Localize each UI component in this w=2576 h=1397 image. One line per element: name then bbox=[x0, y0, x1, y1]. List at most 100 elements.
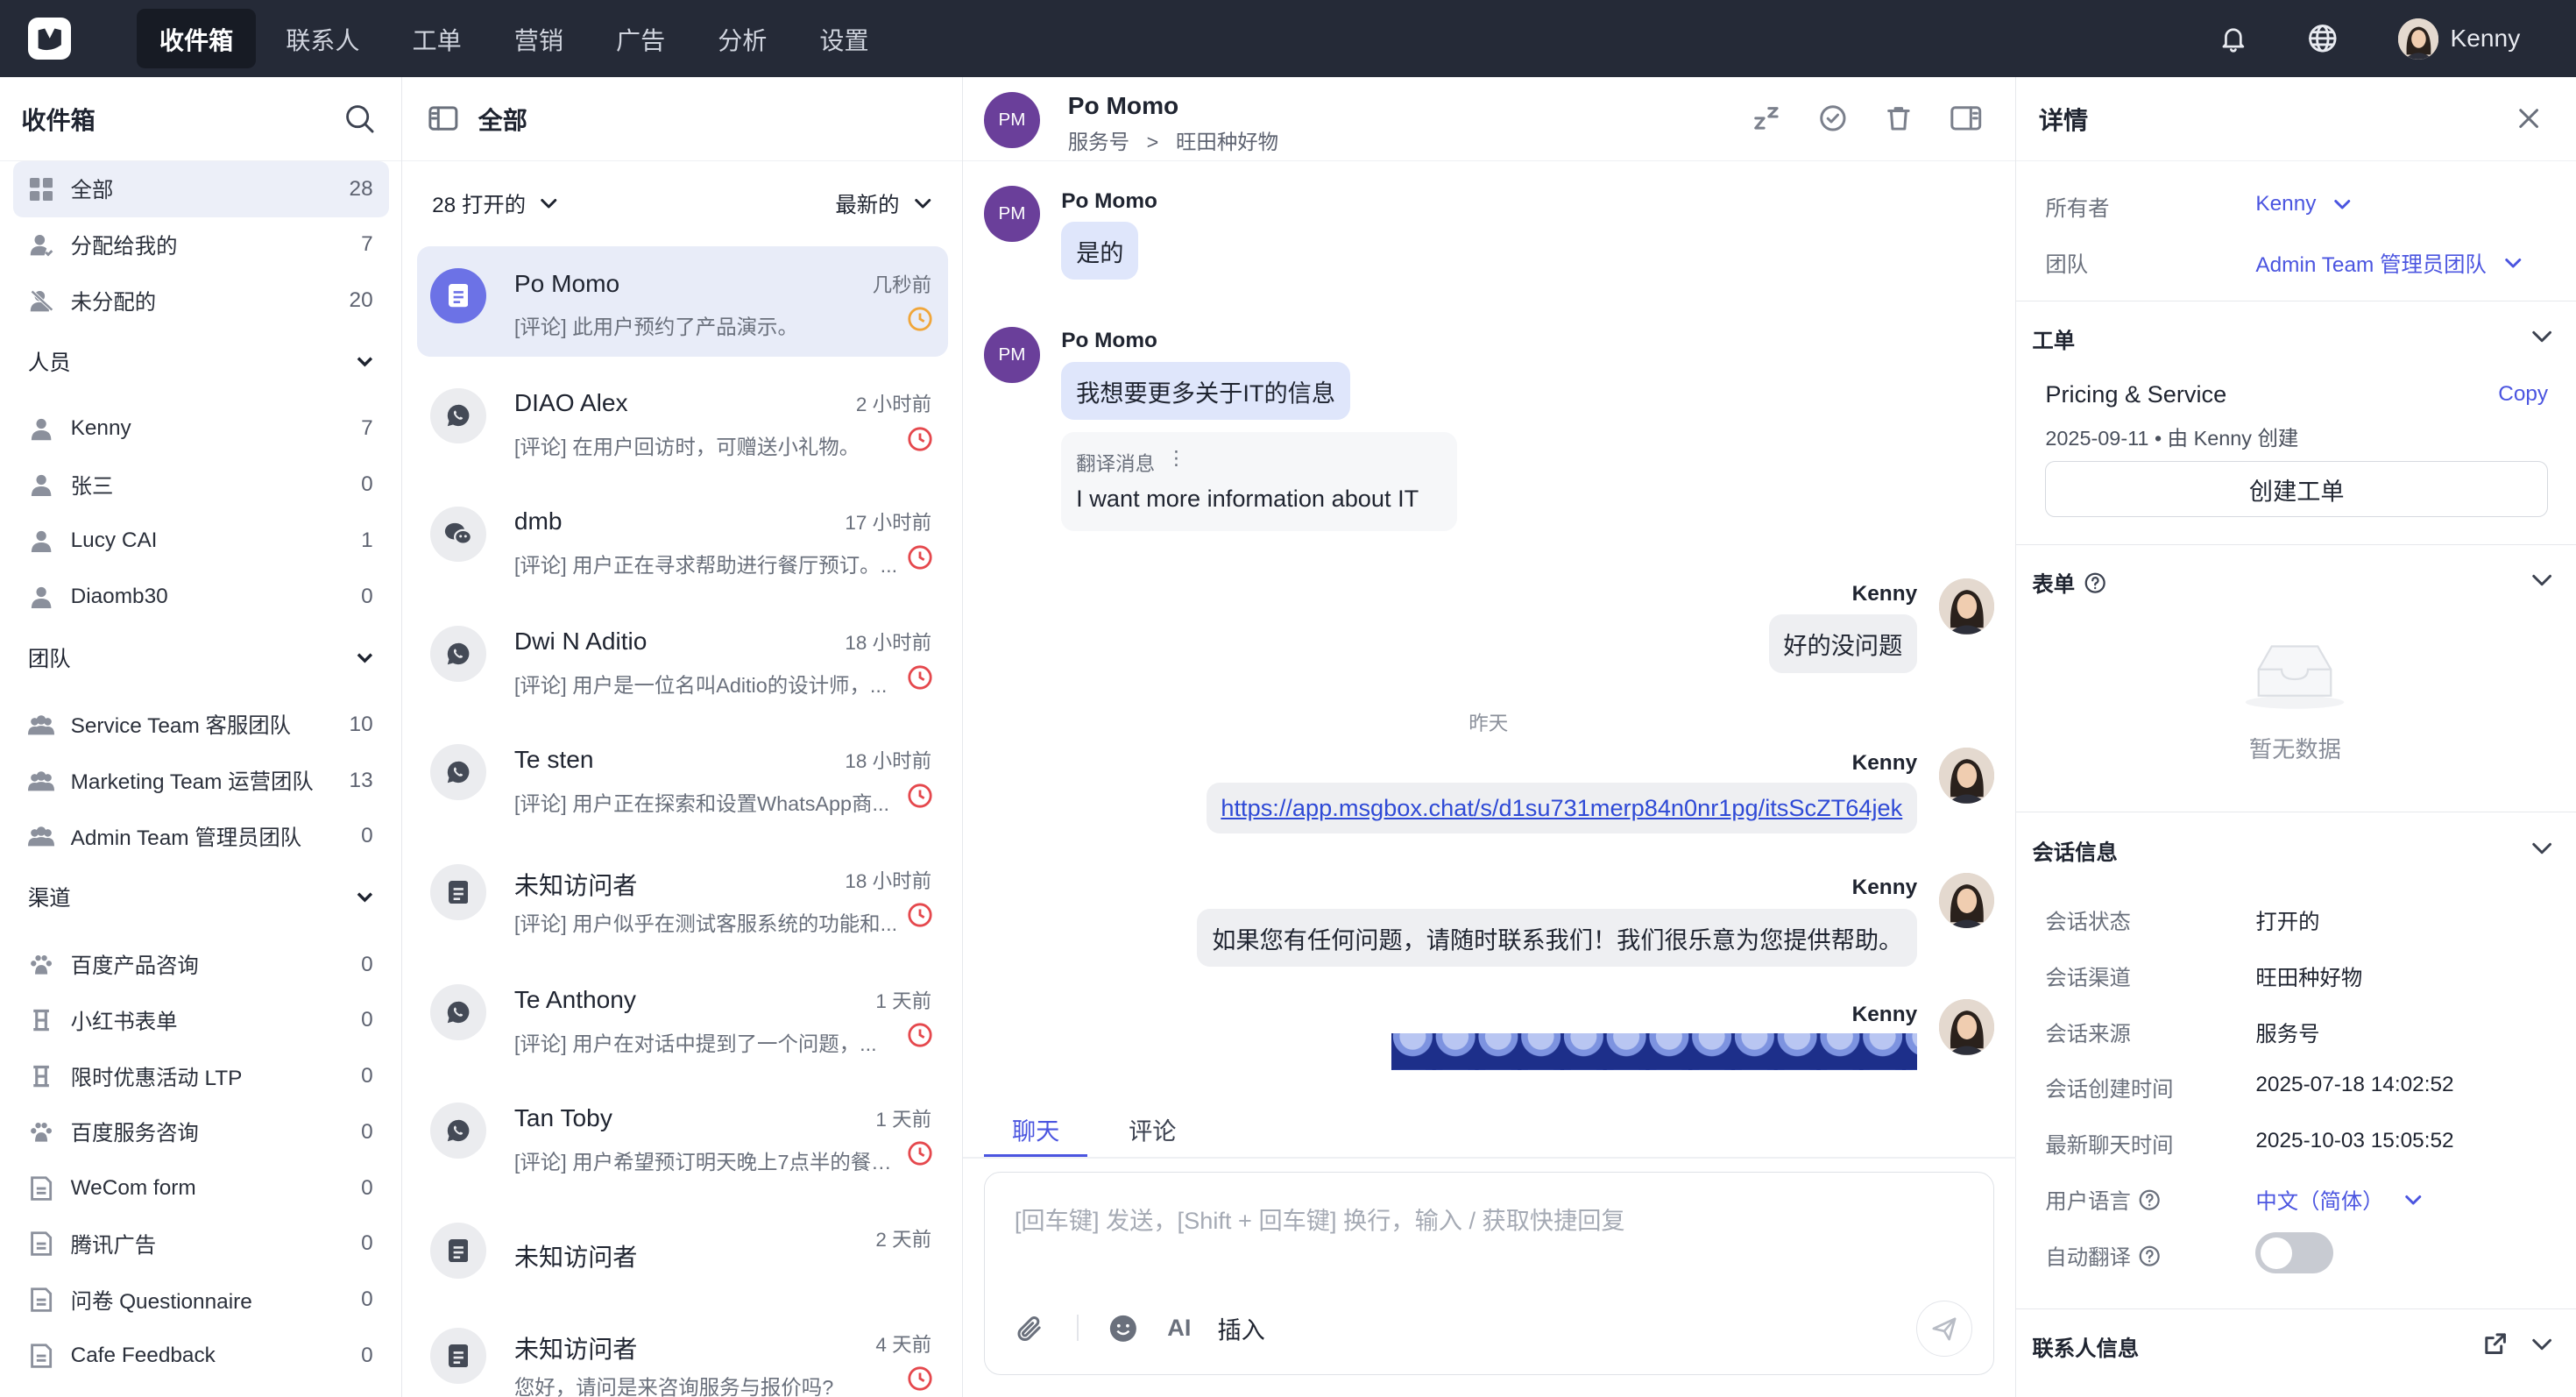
contact-avatar[interactable]: PM bbox=[984, 92, 1040, 148]
conversation-item[interactable]: 未知访问者 2 天前 bbox=[417, 1202, 948, 1312]
message-composer[interactable]: [回车键] 发送，[Shift + 回车键] 换行，输入 / 获取快捷回复 AI… bbox=[984, 1171, 1995, 1376]
sidebar-item-channel[interactable]: Cafe Feedback 0 bbox=[13, 1328, 389, 1384]
auto-translate-toggle[interactable] bbox=[2255, 1232, 2333, 1274]
overdue-clock-icon bbox=[907, 664, 933, 691]
sidebar-item-label: 百度服务咨询 bbox=[70, 1122, 199, 1146]
send-button[interactable] bbox=[1916, 1301, 1972, 1357]
trash-icon[interactable] bbox=[1884, 103, 1914, 133]
image-message[interactable] bbox=[1391, 1033, 1918, 1070]
channel-breadcrumb: 服务号 > 旺田种好物 bbox=[1068, 125, 1278, 155]
sidebar-item-channel[interactable]: 限时优惠活动 LTP 0 bbox=[13, 1048, 389, 1104]
sidebar-item-team[interactable]: Marketing Team 运营团队 13 bbox=[13, 753, 389, 809]
owner-dropdown[interactable]: Kenny bbox=[2255, 192, 2352, 216]
sidebar-item-channel[interactable]: 百度服务咨询 0 bbox=[13, 1104, 389, 1160]
overdue-clock-icon bbox=[907, 902, 933, 928]
nav-ads[interactable]: 广告 bbox=[593, 9, 689, 67]
form-icon bbox=[28, 1007, 54, 1033]
conversation-item[interactable]: Dwi N Aditio 18 小时前 [评论] 用户是一位名叫Aditio的设… bbox=[417, 605, 948, 715]
overdue-clock-icon bbox=[907, 544, 933, 571]
conversation-name: dmb bbox=[513, 507, 563, 535]
incoming-message: 是的 bbox=[1061, 222, 1139, 280]
section-teams-toggle[interactable]: 团队 bbox=[0, 628, 402, 687]
nav-inbox[interactable]: 收件箱 bbox=[136, 9, 257, 68]
sidebar-item-count: 0 bbox=[361, 1064, 373, 1089]
insert-button[interactable]: 插入 bbox=[1217, 1310, 1264, 1345]
nav-analytics[interactable]: 分析 bbox=[695, 9, 790, 67]
sidebar-item-person[interactable]: 张三 0 bbox=[13, 457, 389, 513]
tab-chat[interactable]: 聊天 bbox=[984, 1098, 1088, 1157]
agent-avatar bbox=[1938, 999, 1995, 1055]
sidebar-item-person[interactable]: Diaomb30 0 bbox=[13, 569, 389, 625]
chevron-down-icon[interactable] bbox=[2530, 836, 2553, 859]
sidebar-item-person[interactable]: Kenny 7 bbox=[13, 401, 389, 457]
day-separator: 昨天 bbox=[1468, 713, 1509, 735]
sidebar-item-team[interactable]: Admin Team 管理员团队 0 bbox=[13, 809, 389, 865]
session-value: 旺田种好物 bbox=[2255, 966, 2363, 990]
chevron-down-icon[interactable] bbox=[2530, 324, 2553, 347]
contact-name[interactable]: Po Momo bbox=[1068, 92, 1178, 120]
toggle-sidebar-icon[interactable] bbox=[428, 105, 458, 131]
conversation-item[interactable]: Te sten 18 小时前 [评论] 用户正在探索和设置WhatsApp商..… bbox=[417, 723, 948, 833]
sidebar-item-unassigned[interactable]: 未分配的 20 bbox=[13, 273, 389, 329]
outgoing-link-message[interactable]: https://app.msgbox.chat/s/d1su731merp84n… bbox=[1206, 782, 1918, 833]
copy-button[interactable]: Copy bbox=[2498, 382, 2548, 407]
conversation-item[interactable]: 未知访问者 4 天前 您好，请问是来咨询服务与报价吗? bbox=[417, 1307, 948, 1397]
sidebar-item-channel[interactable]: 小红书表单 0 bbox=[13, 993, 389, 1049]
sidebar-item-channel[interactable]: 腾讯广告 0 bbox=[13, 1216, 389, 1273]
external-link-icon[interactable] bbox=[2484, 1332, 2507, 1355]
conversation-item[interactable]: Tan Toby 1 天前 [评论] 用户希望预订明天晚上7点半的餐厅... bbox=[417, 1081, 948, 1192]
language-dropdown[interactable]: 中文（简体） bbox=[2255, 1185, 2423, 1216]
emoji-icon[interactable] bbox=[1108, 1314, 1138, 1344]
help-icon[interactable] bbox=[2139, 1189, 2160, 1210]
bell-icon[interactable] bbox=[2219, 24, 2248, 53]
session-label: 最新聊天时间 bbox=[2045, 1134, 2174, 1159]
sidebar-item-channel[interactable]: 问卷 Questionnaire 0 bbox=[13, 1272, 389, 1328]
attachment-icon[interactable] bbox=[1015, 1314, 1044, 1344]
sidebar-item-channel[interactable]: WeCom form 0 bbox=[13, 1160, 389, 1216]
sidebar-item-all[interactable]: 全部 28 bbox=[13, 160, 390, 217]
sidebar-item-channel[interactable]: 百度产品咨询 0 bbox=[13, 937, 389, 993]
globe-icon[interactable] bbox=[2307, 23, 2339, 54]
section-people-toggle[interactable]: 人员 bbox=[0, 332, 402, 392]
status-filter-dropdown[interactable]: 28 打开的 bbox=[432, 188, 558, 219]
form-icon bbox=[28, 1063, 54, 1089]
conversation-item[interactable]: Po Momo 几秒前 [评论] 此用户预约了产品演示。 bbox=[417, 246, 948, 357]
search-icon[interactable] bbox=[344, 103, 376, 135]
conversation-item[interactable]: Te Anthony 1 天前 [评论] 用户在对话中提到了一个问题，... bbox=[417, 963, 948, 1074]
resolve-check-icon[interactable] bbox=[1818, 103, 1848, 133]
ai-assist-button[interactable]: AI bbox=[1167, 1314, 1191, 1342]
conversation-item[interactable]: DIAO Alex 2 小时前 [评论] 在用户回访时，可赠送小礼物。 bbox=[417, 366, 948, 477]
conversation-time: 18 小时前 bbox=[845, 632, 932, 655]
tab-comment[interactable]: 评论 bbox=[1100, 1098, 1204, 1158]
chevron-down-icon[interactable] bbox=[2530, 568, 2553, 591]
nav-settings[interactable]: 设置 bbox=[796, 9, 892, 67]
sidebar-item-person[interactable]: Lucy CAI 1 bbox=[13, 513, 389, 569]
chevron-down-icon[interactable] bbox=[2530, 1332, 2553, 1355]
help-icon[interactable] bbox=[2084, 572, 2106, 593]
user-name[interactable]: Kenny bbox=[2451, 25, 2521, 53]
more-menu-icon[interactable]: ⋮ bbox=[1166, 447, 1186, 470]
session-value: 2025-10-03 15:05:52 bbox=[2255, 1129, 2454, 1153]
app-logo[interactable] bbox=[27, 17, 71, 60]
close-icon[interactable] bbox=[2517, 107, 2540, 130]
conversation-item[interactable]: 未知访问者 18 小时前 [评论] 用户似乎在测试客服系统的功能和... bbox=[417, 843, 948, 954]
conversation-item[interactable]: dmb 17 小时前 [评论] 用户正在寻求帮助进行餐厅预订。... bbox=[417, 485, 948, 595]
composer-input[interactable]: [回车键] 发送，[Shift + 回车键] 换行，输入 / 获取快捷回复 bbox=[1015, 1201, 1625, 1236]
snooze-icon[interactable] bbox=[1752, 103, 1782, 133]
nav-tickets[interactable]: 工单 bbox=[389, 9, 485, 67]
section-channels-toggle[interactable]: 渠道 bbox=[0, 868, 402, 927]
team-dropdown[interactable]: Admin Team 管理员团队 bbox=[2255, 248, 2523, 279]
sidebar-item-count: 10 bbox=[349, 712, 373, 736]
sidebar-item-team[interactable]: Service Team 客服团队 10 bbox=[13, 697, 389, 753]
ticket-title[interactable]: Pricing & Service bbox=[2045, 380, 2226, 408]
toggle-details-panel-icon[interactable] bbox=[1950, 103, 1983, 133]
sidebar-title: 收件箱 bbox=[21, 106, 96, 134]
user-avatar[interactable] bbox=[2397, 18, 2439, 60]
nav-contacts[interactable]: 联系人 bbox=[263, 9, 383, 67]
nav-marketing[interactable]: 营销 bbox=[492, 9, 587, 67]
create-ticket-button[interactable]: 创建工单 bbox=[2045, 461, 2549, 517]
help-icon[interactable] bbox=[2139, 1245, 2160, 1266]
sidebar-item-assigned-to-me[interactable]: 分配给我的 7 bbox=[13, 217, 389, 273]
overdue-clock-icon bbox=[907, 783, 933, 809]
sort-dropdown[interactable]: 最新的 bbox=[835, 188, 932, 219]
